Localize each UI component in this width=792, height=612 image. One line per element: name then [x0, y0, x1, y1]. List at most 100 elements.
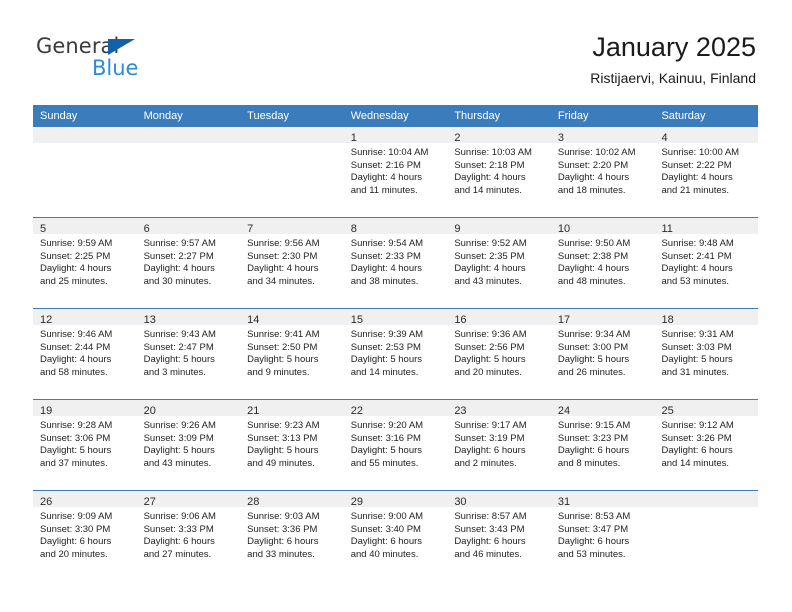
day-number-band: 20: [136, 400, 241, 417]
day-detail-line: Daylight: 6 hours: [661, 445, 733, 457]
calendar-day-cell[interactable]: 10 Sunrise: 9:50 AM Sunset: 2:38 PM Dayligh…: [550, 218, 655, 308]
calendar-day-cell[interactable]: 15 Sunrise: 9:39 AM Sunset: 2:53 PM Dayligh…: [343, 309, 448, 399]
day-detail-line: Sunrise: 9:31 AM: [661, 329, 734, 340]
calendar-day-cell[interactable]: 11 Sunrise: 9:48 AM Sunset: 2:41 PM Dayligh…: [654, 218, 759, 308]
calendar-week-row: 19 Sunrise: 9:28 AM Sunset: 3:06 PM Dayligh…: [33, 399, 759, 490]
day-number-band: 7: [240, 218, 344, 235]
calendar-week-row: 12 Sunrise: 9:46 AM Sunset: 2:44 PM Dayligh…: [33, 308, 759, 399]
day-number: 26: [40, 496, 53, 508]
day-detail-line: Sunset: 3:06 PM: [40, 432, 111, 444]
day-number-band: 2: [447, 127, 551, 144]
day-detail-line: Sunrise: 10:04 AM: [350, 147, 429, 158]
logo-triangle-icon: [108, 39, 135, 55]
calendar-day-cell[interactable]: 6 Sunrise: 9:57 AM Sunset: 2:27 PM Daylight…: [136, 218, 241, 308]
day-detail-line: Sunset: 3:13 PM: [247, 432, 318, 444]
day-detail-line: and 43 minutes.: [143, 457, 212, 469]
day-detail-line: and 18 minutes.: [557, 184, 626, 196]
day-detail-line: Daylight: 4 hours: [350, 172, 423, 184]
day-detail-line: Sunrise: 9:52 AM: [454, 238, 527, 249]
day-detail-line: Sunset: 2:50 PM: [247, 341, 318, 353]
day-details: Sunrise: 9:23 AM Sunset: 3:13 PM Daylight:…: [240, 416, 344, 470]
day-detail-line: Sunset: 2:30 PM: [247, 250, 318, 262]
day-detail-line: Daylight: 4 hours: [661, 263, 733, 275]
day-number: 7: [247, 223, 254, 235]
day-details: Sunrise: 9:12 AM Sunset: 3:26 PM Daylight:…: [654, 416, 758, 470]
day-detail-line: Sunset: 2:33 PM: [350, 250, 421, 262]
day-details: Sunrise: 9:59 AM Sunset: 2:25 PM Daylight:…: [33, 234, 137, 288]
calendar-day-cell[interactable]: 20 Sunrise: 9:26 AM Sunset: 3:09 PM Dayligh…: [136, 400, 241, 490]
day-details: [240, 143, 344, 147]
day-number: 30: [454, 496, 467, 508]
day-number-band: 25: [654, 400, 759, 417]
calendar-day-cell[interactable]: 31 Sunrise: 8:53 AM Sunset: 3:47 PM Dayligh…: [550, 491, 655, 581]
calendar-day-cell[interactable]: 28 Sunrise: 9:03 AM Sunset: 3:36 PM Dayligh…: [240, 491, 344, 581]
day-details: Sunrise: 9:41 AM Sunset: 2:50 PM Daylight:…: [240, 325, 344, 379]
calendar-day-cell[interactable]: 1 Sunrise: 10:04 AM Sunset: 2:16 PM Dayligh…: [343, 127, 448, 217]
calendar-day-cell[interactable]: 7 Sunrise: 9:56 AM Sunset: 2:30 PM Daylight…: [240, 218, 344, 308]
day-detail-line: Daylight: 6 hours: [350, 536, 423, 548]
general-blue-logo[interactable]: General Blue: [36, 36, 216, 84]
day-detail-line: and 14 minutes.: [454, 184, 522, 196]
day-detail-line: Sunrise: 10:00 AM: [661, 147, 740, 158]
calendar-day-cell[interactable]: 18 Sunrise: 9:31 AM Sunset: 3:03 PM Dayligh…: [654, 309, 759, 399]
day-detail-line: Sunset: 3:33 PM: [143, 523, 214, 535]
day-number-band: 17: [550, 309, 655, 326]
calendar-day-cell[interactable]: 29 Sunrise: 9:00 AM Sunset: 3:40 PM Dayligh…: [343, 491, 448, 581]
calendar-day-cell[interactable]: 14 Sunrise: 9:41 AM Sunset: 2:50 PM Dayligh…: [240, 309, 344, 399]
calendar-cell-empty: [654, 491, 759, 581]
calendar-day-cell[interactable]: 23 Sunrise: 9:17 AM Sunset: 3:19 PM Dayligh…: [447, 400, 551, 490]
day-number: 18: [661, 314, 674, 326]
calendar-day-cell[interactable]: 25 Sunrise: 9:12 AM Sunset: 3:26 PM Dayligh…: [654, 400, 759, 490]
day-number-band: 28: [240, 491, 344, 508]
day-details: Sunrise: 10:00 AM Sunset: 2:22 PM Daylight…: [654, 143, 758, 197]
day-detail-line: Daylight: 4 hours: [557, 172, 630, 184]
calendar-day-cell[interactable]: 27 Sunrise: 9:06 AM Sunset: 3:33 PM Dayligh…: [136, 491, 241, 581]
calendar-day-cell[interactable]: 12 Sunrise: 9:46 AM Sunset: 2:44 PM Dayligh…: [33, 309, 137, 399]
day-number: 22: [350, 405, 363, 417]
day-detail-line: and 46 minutes.: [454, 548, 522, 560]
day-detail-line: and 11 minutes.: [350, 184, 418, 196]
day-number-band: 15: [343, 309, 448, 326]
day-detail-line: Sunset: 2:27 PM: [143, 250, 214, 262]
calendar-day-cell[interactable]: 26 Sunrise: 9:09 AM Sunset: 3:30 PM Dayligh…: [33, 491, 137, 581]
calendar-day-cell[interactable]: 30 Sunrise: 8:57 AM Sunset: 3:43 PM Dayligh…: [447, 491, 551, 581]
calendar-day-cell[interactable]: 5 Sunrise: 9:59 AM Sunset: 2:25 PM Daylight…: [33, 218, 137, 308]
day-detail-line: Sunset: 3:47 PM: [557, 523, 629, 535]
day-details: Sunrise: 9:06 AM Sunset: 3:33 PM Daylight:…: [137, 507, 241, 561]
day-detail-line: Sunrise: 9:57 AM: [143, 238, 216, 249]
day-details: Sunrise: 9:09 AM Sunset: 3:30 PM Daylight:…: [33, 507, 137, 561]
day-number: 4: [661, 132, 668, 144]
calendar-day-cell[interactable]: 13 Sunrise: 9:43 AM Sunset: 2:47 PM Dayligh…: [136, 309, 241, 399]
page-title: January 2025: [592, 32, 756, 62]
day-detail-line: Daylight: 6 hours: [557, 445, 630, 457]
weekday-header-wednesday: Wednesday: [350, 110, 409, 122]
calendar-day-cell[interactable]: 17 Sunrise: 9:34 AM Sunset: 3:00 PM Dayligh…: [550, 309, 655, 399]
calendar-day-cell[interactable]: 4 Sunrise: 10:00 AM Sunset: 2:22 PM Dayligh…: [654, 127, 759, 217]
calendar-day-cell[interactable]: 9 Sunrise: 9:52 AM Sunset: 2:35 PM Daylight…: [447, 218, 551, 308]
day-number: 20: [143, 405, 156, 417]
calendar-day-cell[interactable]: 19 Sunrise: 9:28 AM Sunset: 3:06 PM Dayligh…: [33, 400, 137, 490]
day-details: Sunrise: 9:46 AM Sunset: 2:44 PM Daylight:…: [33, 325, 137, 379]
day-number: 6: [143, 223, 150, 235]
weekday-header-row: Sunday Monday Tuesday Wednesday Thursday Frid…: [33, 105, 758, 127]
calendar-day-cell[interactable]: 16 Sunrise: 9:36 AM Sunset: 2:56 PM Dayligh…: [447, 309, 551, 399]
calendar-day-cell[interactable]: 3 Sunrise: 10:02 AM Sunset: 2:20 PM Dayligh…: [550, 127, 655, 217]
day-detail-line: Sunset: 3:30 PM: [40, 523, 111, 535]
day-details: Sunrise: 9:48 AM Sunset: 2:41 PM Daylight:…: [654, 234, 758, 288]
day-number: 9: [454, 223, 461, 235]
day-number: 16: [454, 314, 467, 326]
day-detail-line: Sunset: 3:36 PM: [247, 523, 318, 535]
day-detail-line: Sunrise: 10:02 AM: [557, 147, 636, 158]
day-detail-line: Sunrise: 9:12 AM: [661, 420, 734, 431]
day-detail-line: Sunset: 2:20 PM: [557, 159, 629, 171]
day-detail-line: Sunrise: 9:36 AM: [454, 329, 527, 340]
day-number-band: 22: [343, 400, 448, 417]
calendar-day-cell[interactable]: 21 Sunrise: 9:23 AM Sunset: 3:13 PM Dayligh…: [240, 400, 344, 490]
calendar-day-cell[interactable]: 24 Sunrise: 9:15 AM Sunset: 3:23 PM Dayligh…: [550, 400, 655, 490]
calendar-day-cell[interactable]: 22 Sunrise: 9:20 AM Sunset: 3:16 PM Dayligh…: [343, 400, 448, 490]
title-block: January 2025 Ristijaervi, Kainuu, Finlan…: [590, 30, 756, 87]
calendar-day-cell[interactable]: 8 Sunrise: 9:54 AM Sunset: 2:33 PM Daylight…: [343, 218, 448, 308]
day-details: Sunrise: 9:28 AM Sunset: 3:06 PM Daylight:…: [33, 416, 137, 470]
day-detail-line: Sunset: 3:23 PM: [557, 432, 629, 444]
calendar-day-cell[interactable]: 2 Sunrise: 10:03 AM Sunset: 2:18 PM Dayligh…: [447, 127, 551, 217]
